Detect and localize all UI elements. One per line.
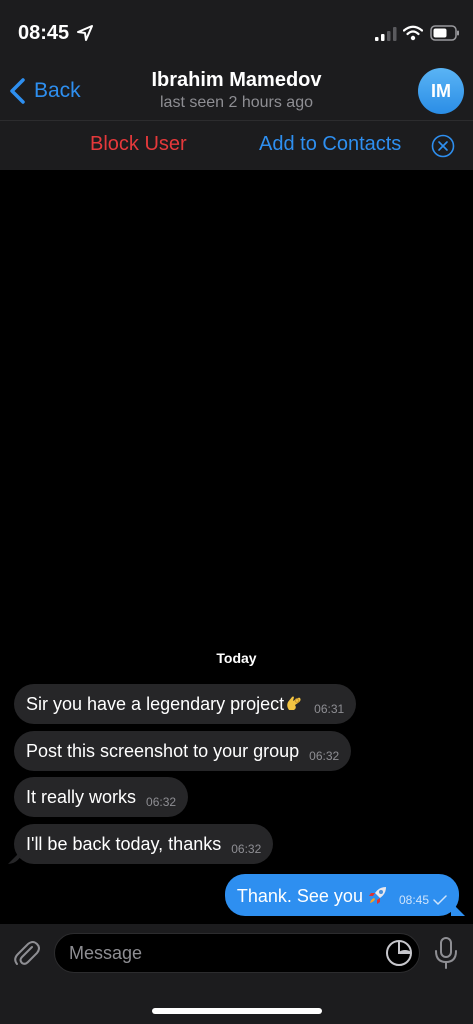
block-user-button[interactable]: Block User bbox=[90, 133, 187, 156]
message-text: I'll be back today, thanks bbox=[26, 833, 222, 854]
message-text: It really works bbox=[26, 786, 137, 807]
message-text: Thank. See you bbox=[237, 884, 389, 907]
message-text: Sir you have a legendary project bbox=[26, 693, 304, 715]
message-time: 06:32 bbox=[309, 749, 340, 763]
close-icon[interactable] bbox=[431, 134, 455, 158]
sticker-icon[interactable] bbox=[385, 939, 413, 967]
message-time: 06:31 bbox=[314, 702, 345, 716]
message-time: 08:45 bbox=[398, 893, 429, 907]
avatar[interactable]: IM bbox=[418, 68, 464, 114]
message-composer bbox=[0, 924, 473, 1024]
chat-header: Back Ibrahim Mamedov last seen 2 hours a… bbox=[0, 62, 473, 120]
outgoing-message[interactable]: Thank. See you 08:45 bbox=[224, 874, 459, 916]
status-time: 08:45 bbox=[18, 22, 70, 44]
message-time: 06:32 bbox=[146, 795, 177, 809]
rocket-emoji-icon bbox=[368, 886, 386, 904]
sent-check-icon bbox=[433, 895, 447, 905]
incoming-message[interactable]: Sir you have a legendary project 06:31 bbox=[14, 684, 357, 724]
incoming-message[interactable]: I'll be back today, thanks 06:32 bbox=[14, 824, 274, 864]
status-bar: 08:45 bbox=[0, 0, 473, 62]
add-to-contacts-button[interactable]: Add to Contacts bbox=[259, 133, 401, 156]
message-text: Post this screenshot to your group bbox=[26, 740, 300, 761]
date-separator: Today bbox=[216, 650, 257, 666]
contact-name[interactable]: Ibrahim Mamedov bbox=[0, 69, 473, 92]
incoming-message[interactable]: It really works 06:32 bbox=[14, 777, 189, 817]
incoming-message[interactable]: Post this screenshot to your group 06:32 bbox=[14, 731, 352, 771]
message-list[interactable]: Today Sir you have a legendary project 0… bbox=[0, 170, 473, 924]
ok-hand-emoji-icon bbox=[287, 696, 301, 710]
battery-icon bbox=[430, 25, 459, 41]
home-indicator[interactable] bbox=[152, 1008, 322, 1014]
contact-action-bar: Block User Add to Contacts bbox=[0, 120, 473, 170]
message-field bbox=[54, 933, 420, 973]
signal-icon bbox=[375, 27, 397, 41]
location-arrow-icon bbox=[77, 25, 93, 41]
message-time: 06:32 bbox=[231, 842, 262, 856]
contact-last-seen: last seen 2 hours ago bbox=[160, 94, 313, 111]
paperclip-icon[interactable] bbox=[12, 938, 40, 968]
message-input[interactable] bbox=[69, 934, 369, 972]
wifi-icon bbox=[403, 25, 423, 41]
microphone-icon[interactable] bbox=[433, 936, 459, 970]
